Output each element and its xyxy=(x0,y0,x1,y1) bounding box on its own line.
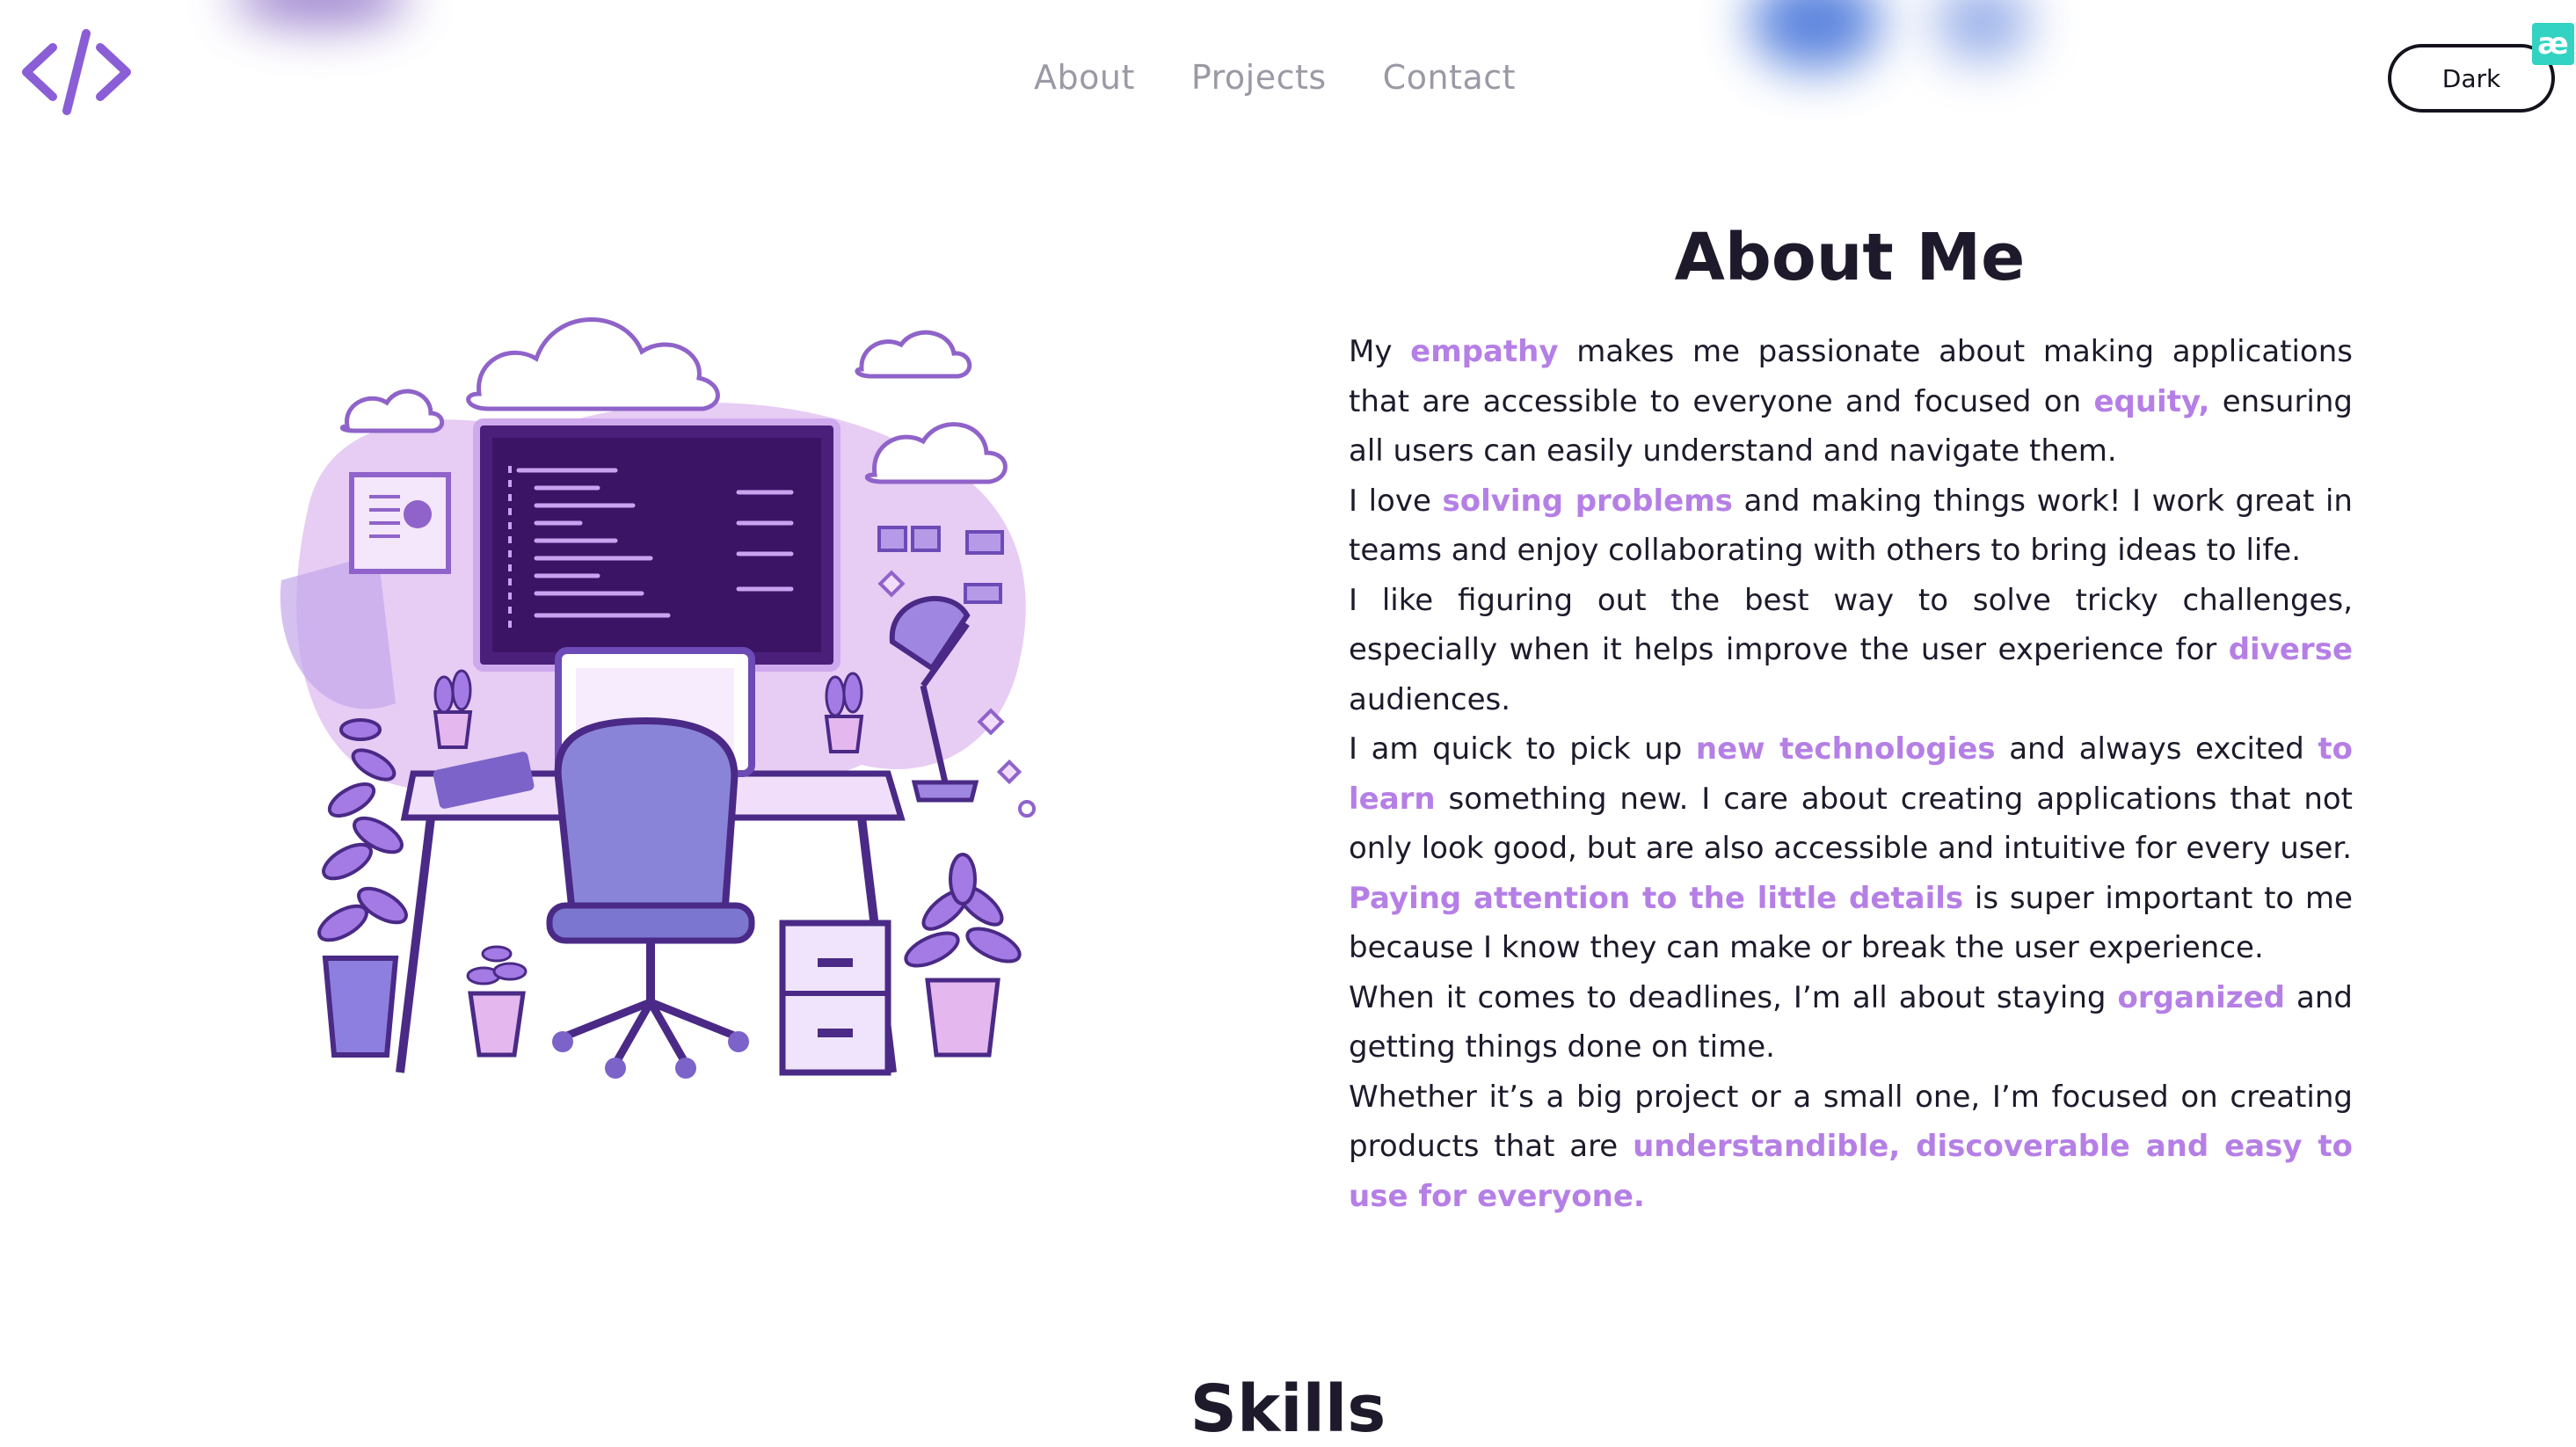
highlight-text: equity, xyxy=(2093,383,2210,419)
paragraph-text: When it comes to deadlines, I’m all abou… xyxy=(1349,979,2118,1015)
paragraph-text: and always excited xyxy=(1995,731,2318,767)
extension-badge[interactable]: æ xyxy=(2532,23,2574,65)
about-title: About Me xyxy=(1674,220,2026,295)
paragraph-text: audiences. xyxy=(1349,681,1511,717)
about-text: My empathy makes me passionate about mak… xyxy=(1349,327,2353,1221)
paragraph-text: I like figuring out the best way to solv… xyxy=(1349,582,2353,668)
nav-link-contact[interactable]: Contact xyxy=(1383,58,1516,97)
main-nav: About Projects Contact xyxy=(1034,58,1516,97)
highlight-text: solving problems xyxy=(1442,483,1733,519)
about-paragraph: My empathy makes me passionate about mak… xyxy=(1349,327,2353,476)
paragraph-text: My xyxy=(1349,334,1411,369)
workspace-illustration xyxy=(280,317,1036,1079)
decorative-blur-blue xyxy=(1750,0,1881,70)
decorative-blur-blue-2 xyxy=(1934,0,2031,62)
highlight-text: new technologies xyxy=(1695,731,1996,767)
paragraph-text: I love xyxy=(1349,483,1443,519)
about-paragraph: Whether it’s a big project or a small on… xyxy=(1349,1073,2353,1222)
code-brackets-icon[interactable] xyxy=(19,28,134,116)
paragraph-text: something new. I care about creating app… xyxy=(1349,781,2353,867)
about-paragraph: When it comes to deadlines, I’m all abou… xyxy=(1349,973,2353,1073)
about-paragraph: I love solving problems and making thing… xyxy=(1349,476,2353,576)
about-paragraph: Paying attention to the little details i… xyxy=(1349,874,2353,973)
skills-title: Skills xyxy=(1190,1371,1386,1447)
highlight-text: diverse xyxy=(2228,632,2353,667)
decorative-blur-purple xyxy=(233,0,409,26)
highlight-text: empathy xyxy=(1410,334,1559,369)
highlight-text: Paying attention to the little details xyxy=(1349,880,1964,916)
theme-toggle-button[interactable]: Dark xyxy=(2388,44,2555,113)
nav-link-projects[interactable]: Projects xyxy=(1191,58,1327,97)
about-paragraph: I like figuring out the best way to solv… xyxy=(1349,576,2353,725)
nav-link-about[interactable]: About xyxy=(1034,58,1135,97)
about-paragraph: I am quick to pick up new technologies a… xyxy=(1349,724,2353,874)
paragraph-text: I am quick to pick up xyxy=(1349,731,1696,767)
highlight-text: organized xyxy=(2117,979,2285,1015)
